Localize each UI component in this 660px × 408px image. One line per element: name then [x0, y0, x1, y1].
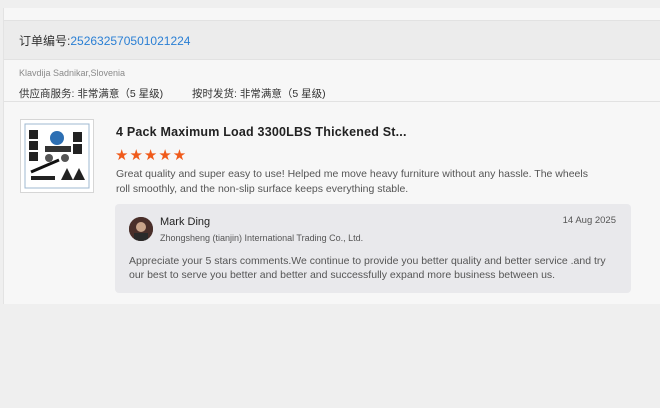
rating-stars: ★★★★★: [115, 147, 188, 164]
buyer-name-location: Klavdija Sadnikar,Slovenia: [19, 68, 126, 78]
order-header: 订单编号:252632570501021224: [4, 20, 660, 60]
product-title[interactable]: 4 Pack Maximum Load 3300LBS Thickened St…: [116, 125, 407, 139]
order-label: 订单编号:: [19, 34, 71, 48]
reply-text: Appreciate your 5 stars comments.We cont…: [129, 255, 606, 281]
divider: [4, 101, 660, 102]
reply-date: 14 Aug 2025: [562, 215, 616, 226]
avatar: [129, 217, 153, 241]
product-image-icon: [24, 123, 90, 189]
seller-reply: Mark Ding Zhongsheng (tianjin) Internati…: [115, 204, 631, 293]
order-number-link[interactable]: 252632570501021224: [70, 34, 190, 48]
review-panel: 订单编号:252632570501021224 Klavdija Sadnika…: [3, 8, 660, 304]
product-thumbnail[interactable]: [20, 119, 94, 193]
review-text: Great quality and super easy to use! Hel…: [116, 168, 588, 195]
order-label-row: 订单编号:252632570501021224: [19, 32, 190, 49]
on-time-delivery-rating: 按时发货: 非常满意（5 星级): [192, 88, 326, 100]
seller-ratings: 供应商服务: 非常满意（5 星级) 按时发货: 非常满意（5 星级): [19, 86, 352, 101]
avatar-icon: [129, 217, 153, 241]
supplier-service-rating: 供应商服务: 非常满意（5 星级): [19, 88, 164, 100]
seller-name: Mark Ding: [160, 216, 211, 228]
seller-company: Zhongsheng (tianjin) International Tradi…: [160, 233, 364, 243]
